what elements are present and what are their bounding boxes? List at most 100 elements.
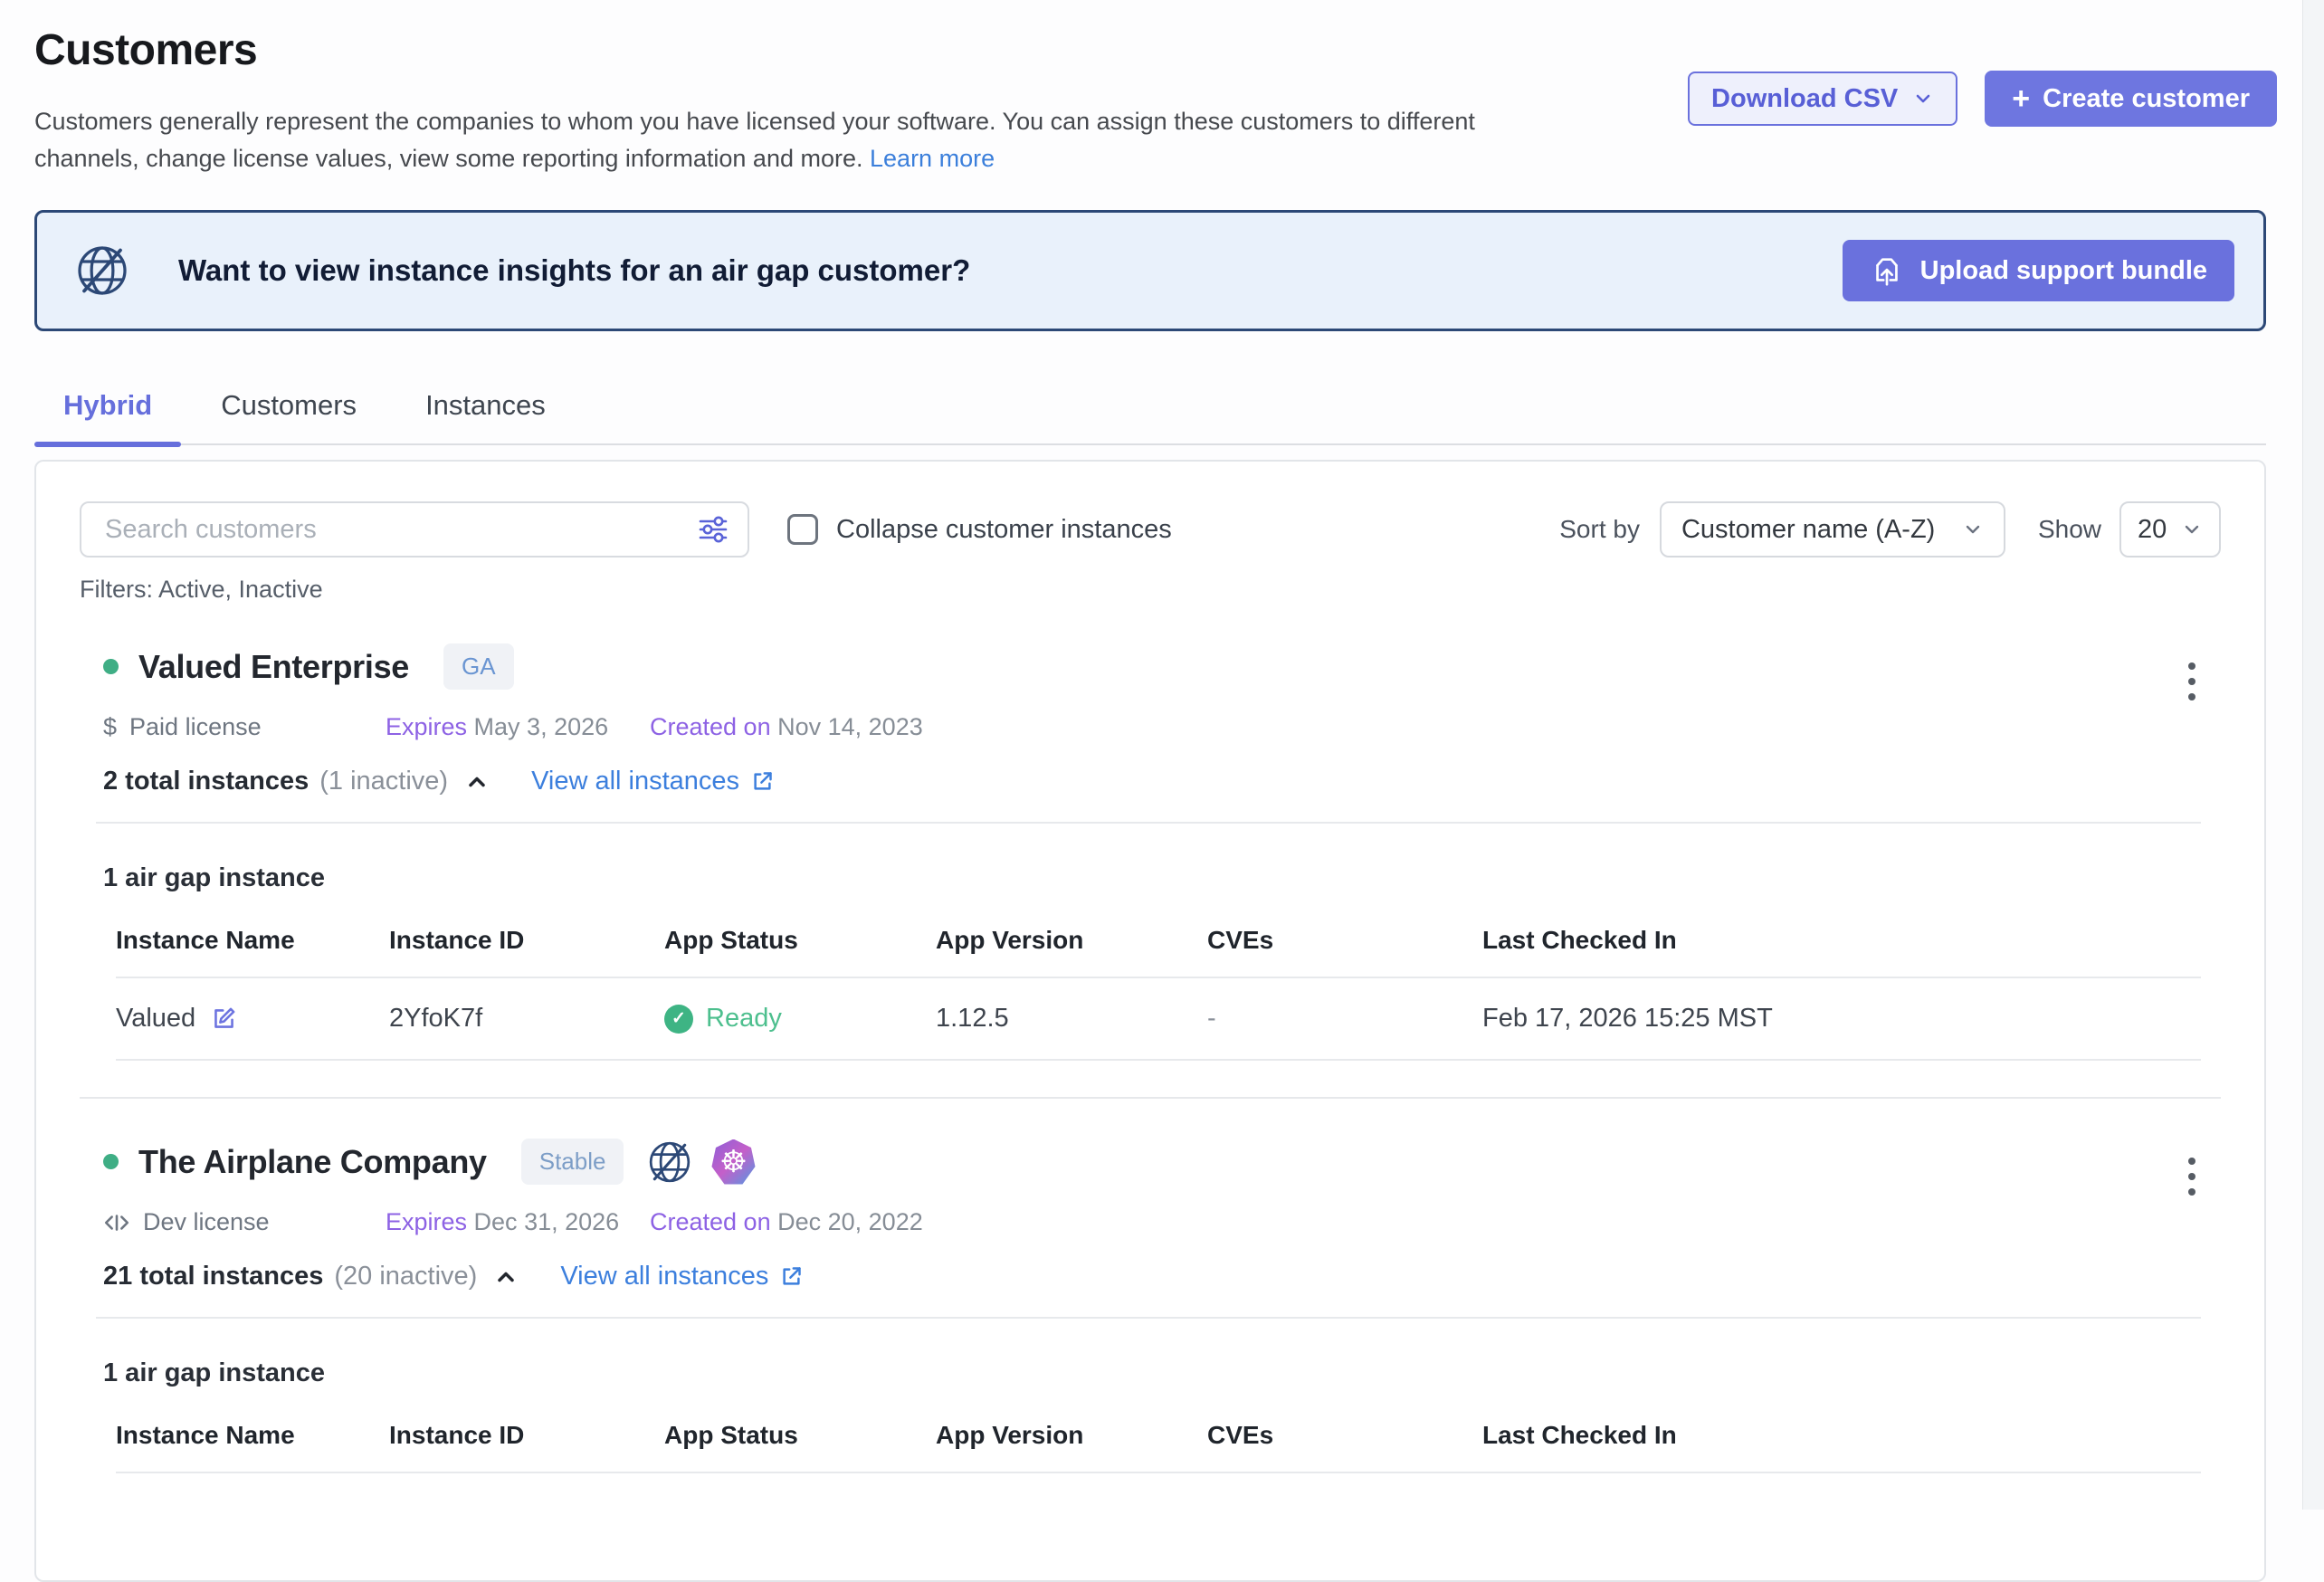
channel-badge: GA bbox=[443, 643, 514, 690]
view-all-instances-link[interactable]: View all instances bbox=[531, 767, 775, 796]
kebab-menu-icon[interactable] bbox=[2174, 1149, 2210, 1204]
customer-name[interactable]: The Airplane Company bbox=[138, 1143, 487, 1181]
instance-name-cell: Valued bbox=[116, 1004, 389, 1034]
banner-title: Want to view instance insights for an ai… bbox=[178, 253, 970, 288]
total-instances-count: 21 total instances bbox=[103, 1262, 323, 1291]
expires-label: Expires bbox=[386, 713, 467, 740]
sort-by-label: Sort by bbox=[1559, 515, 1640, 544]
external-link-icon bbox=[750, 769, 775, 794]
cves-cell: - bbox=[1207, 1004, 1482, 1034]
show-count-select[interactable]: 20 bbox=[2119, 501, 2221, 558]
tab-customers[interactable]: Customers bbox=[192, 389, 386, 443]
sort-by-select[interactable]: Customer name (A-Z) bbox=[1660, 501, 2005, 558]
show-count-value: 20 bbox=[2138, 515, 2167, 545]
customer-name[interactable]: Valued Enterprise bbox=[138, 648, 409, 686]
instance-table-header: Instance Name Instance ID App Status App… bbox=[116, 1421, 2201, 1473]
page-description: Customers generally represent the compan… bbox=[34, 103, 1537, 177]
search-input[interactable] bbox=[103, 514, 697, 546]
chevron-down-icon bbox=[2181, 519, 2203, 540]
created-date: Dec 20, 2022 bbox=[777, 1208, 923, 1235]
customers-card: Collapse customer instances Sort by Cust… bbox=[34, 460, 2266, 1582]
created-date: Nov 14, 2023 bbox=[777, 713, 923, 740]
airgap-banner: Want to view instance insights for an ai… bbox=[34, 210, 2266, 331]
customer-header: Valued Enterprise GA bbox=[103, 643, 2201, 690]
collapse-instances-label: Collapse customer instances bbox=[836, 515, 1172, 545]
customers-page: Customers Customers generally represent … bbox=[0, 0, 2302, 1582]
app-status-cell: ✓ Ready bbox=[664, 1004, 936, 1034]
expires-date: Dec 31, 2026 bbox=[474, 1208, 620, 1235]
customer-divider bbox=[80, 1097, 2221, 1099]
chevron-down-icon bbox=[1912, 88, 1934, 110]
toolbar: Collapse customer instances Sort by Cust… bbox=[80, 501, 2221, 558]
customer-row-valued-enterprise: Valued Enterprise GA $ Paid license Expi… bbox=[80, 643, 2221, 1061]
expires-group: Expires Dec 31, 2026 bbox=[386, 1208, 650, 1236]
active-status-dot bbox=[103, 1154, 119, 1169]
app-status-text: Ready bbox=[706, 1004, 782, 1034]
license-type-label: Paid license bbox=[129, 713, 262, 741]
channel-badge: Stable bbox=[521, 1139, 624, 1185]
scrollbar-track[interactable] bbox=[2302, 0, 2324, 1510]
col-app-version: App Version bbox=[936, 926, 1207, 955]
customer-header: The Airplane Company Stable ☸ bbox=[103, 1139, 2201, 1185]
col-instance-id: Instance ID bbox=[389, 926, 664, 955]
app-version-cell: 1.12.5 bbox=[936, 1004, 1207, 1034]
license-type: $ Paid license bbox=[103, 713, 386, 741]
airgap-instances-heading: 1 air gap instance bbox=[103, 863, 2201, 893]
show-label: Show bbox=[2038, 515, 2101, 544]
divider bbox=[96, 822, 2201, 824]
tab-instances[interactable]: Instances bbox=[396, 389, 575, 443]
view-all-instances-label: View all instances bbox=[560, 1262, 768, 1291]
collapse-instances-control[interactable]: Collapse customer instances bbox=[787, 514, 1172, 545]
tab-hybrid[interactable]: Hybrid bbox=[34, 389, 181, 443]
upload-support-bundle-button[interactable]: Upload support bundle bbox=[1843, 240, 2234, 301]
view-all-instances-label: View all instances bbox=[531, 767, 739, 796]
collapse-chevron-up-icon[interactable] bbox=[464, 769, 490, 795]
edit-icon[interactable] bbox=[210, 1005, 238, 1033]
airgap-instances-heading: 1 air gap instance bbox=[103, 1358, 2201, 1388]
col-instance-name: Instance Name bbox=[116, 1421, 389, 1450]
divider bbox=[96, 1317, 2201, 1319]
expires-group: Expires May 3, 2026 bbox=[386, 713, 650, 741]
view-all-instances-link[interactable]: View all instances bbox=[560, 1262, 804, 1291]
upload-icon bbox=[1870, 253, 1904, 288]
create-customer-button[interactable]: + Create customer bbox=[1985, 71, 2277, 127]
instance-name: Valued bbox=[116, 1004, 195, 1034]
download-csv-button[interactable]: Download CSV bbox=[1688, 71, 1957, 126]
created-label: Created on bbox=[650, 1208, 771, 1235]
kebab-menu-icon[interactable] bbox=[2174, 654, 2210, 709]
code-icon bbox=[103, 1209, 130, 1236]
download-csv-label: Download CSV bbox=[1711, 84, 1898, 114]
col-last-checked-in: Last Checked In bbox=[1482, 1421, 2201, 1450]
col-instance-name: Instance Name bbox=[116, 926, 389, 955]
expires-date: May 3, 2026 bbox=[474, 713, 609, 740]
total-instances-count: 2 total instances bbox=[103, 767, 309, 796]
learn-more-link[interactable]: Learn more bbox=[870, 145, 995, 172]
chevron-down-icon bbox=[1962, 519, 1984, 540]
expires-label: Expires bbox=[386, 1208, 467, 1235]
license-row: Dev license Expires Dec 31, 2026 Created… bbox=[103, 1208, 2201, 1236]
create-customer-label: Create customer bbox=[2043, 84, 2250, 114]
created-label: Created on bbox=[650, 713, 771, 740]
toolbar-right: Sort by Customer name (A-Z) Show 20 bbox=[1559, 501, 2221, 558]
total-instances-row: 2 total instances (1 inactive) View all … bbox=[103, 767, 2201, 796]
created-group: Created on Dec 20, 2022 bbox=[650, 1208, 914, 1236]
instance-id-cell: 2YfoK7f bbox=[389, 1004, 664, 1034]
license-type-label: Dev license bbox=[143, 1208, 270, 1236]
upload-button-label: Upload support bundle bbox=[1920, 256, 2207, 286]
customer-row-airplane-company: The Airplane Company Stable ☸ bbox=[80, 1139, 2221, 1473]
col-instance-id: Instance ID bbox=[389, 1421, 664, 1450]
col-last-checked-in: Last Checked In bbox=[1482, 926, 2201, 955]
created-group: Created on Nov 14, 2023 bbox=[650, 713, 914, 741]
license-row: $ Paid license Expires May 3, 2026 Creat… bbox=[103, 713, 2201, 741]
airgap-globe-icon bbox=[647, 1139, 692, 1185]
airgap-globe-icon bbox=[75, 243, 129, 298]
sliders-icon[interactable] bbox=[697, 513, 729, 546]
dollar-icon: $ bbox=[103, 713, 117, 741]
collapse-chevron-up-icon[interactable] bbox=[493, 1264, 519, 1290]
sort-by-value: Customer name (A-Z) bbox=[1681, 515, 1935, 545]
license-type: Dev license bbox=[103, 1208, 386, 1236]
instance-table: Instance Name Instance ID App Status App… bbox=[116, 926, 2201, 1061]
col-app-version: App Version bbox=[936, 1421, 1207, 1450]
collapse-instances-checkbox[interactable] bbox=[787, 514, 818, 545]
tab-bar: Hybrid Customers Instances bbox=[34, 389, 2266, 445]
